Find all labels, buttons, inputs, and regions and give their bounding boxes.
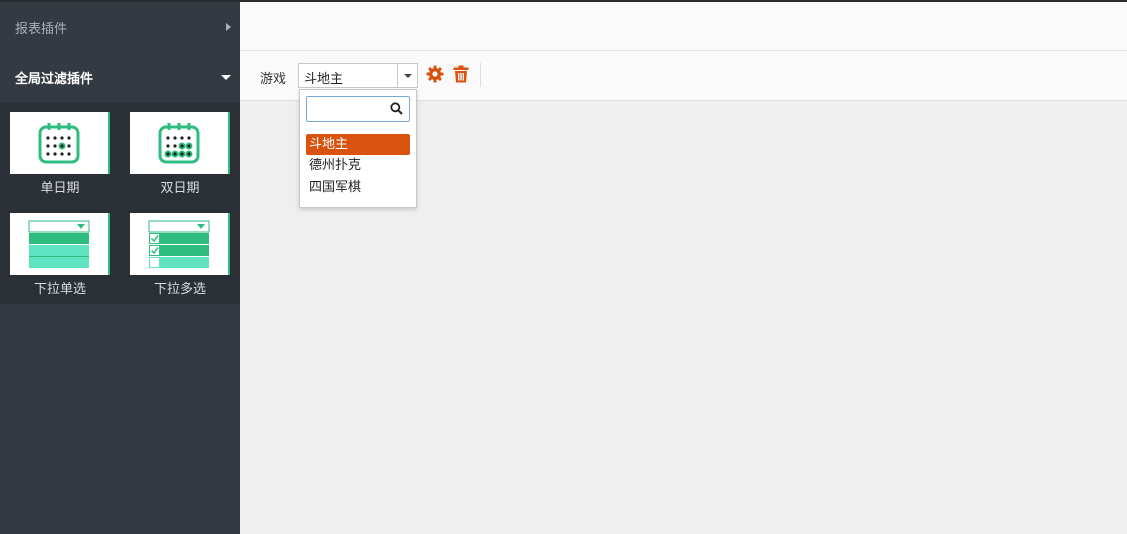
widget-label: 下拉多选: [153, 282, 206, 297]
game-select-dropdown: 斗地主 德州扑克 四国军棋: [299, 89, 417, 208]
single-date-calendar-icon: [10, 112, 110, 174]
widget-label: 下拉单选: [33, 282, 86, 297]
dropdown-option[interactable]: 四国军棋: [306, 177, 410, 199]
caret-down-icon: [221, 74, 231, 80]
dropdown-option[interactable]: 德州扑克: [306, 155, 410, 177]
game-select[interactable]: 斗地主: [298, 63, 418, 88]
sidebar-section-report-plugins[interactable]: 报表插件: [0, 2, 240, 52]
widget-label: 双日期: [160, 181, 200, 196]
chevron-down-icon[interactable]: [397, 64, 417, 87]
trash-icon[interactable]: [453, 65, 469, 87]
search-input[interactable]: [311, 98, 387, 120]
gear-icon[interactable]: [426, 65, 444, 87]
filter-label: 游戏: [260, 72, 287, 87]
sidebar-section-global-filter-plugins[interactable]: 全局过滤插件: [0, 52, 240, 102]
widget-label: 单日期: [40, 181, 80, 196]
dropdown-multi-select-icon: [130, 213, 230, 275]
dropdown-single-select-icon: [10, 213, 110, 275]
toolbar-divider: [480, 63, 481, 87]
dropdown-options: 斗地主 德州扑克 四国军棋: [306, 134, 410, 199]
sidebar-section-label: 全局过滤插件: [15, 71, 94, 87]
sidebar-section-label: 报表插件: [15, 21, 68, 37]
widget-palette: 单日期 双日期 下拉单选 下拉多选: [0, 102, 240, 304]
double-date-calendar-icon: [130, 112, 230, 174]
widget-single-date[interactable]: 单日期: [10, 112, 110, 196]
game-select-value: 斗地主: [304, 72, 344, 87]
dropdown-option[interactable]: 斗地主: [306, 134, 410, 155]
widget-dropdown-single[interactable]: 下拉单选: [10, 213, 110, 297]
widget-dropdown-multi[interactable]: 下拉多选: [130, 213, 230, 297]
main-header: [240, 2, 1127, 51]
search-icon[interactable]: [390, 102, 403, 119]
main-area: 游戏 斗地主: [240, 2, 1127, 534]
sidebar: 报表插件 全局过滤插件 单日期 双日期 下拉单选 下拉多选: [0, 2, 240, 534]
caret-right-icon: [226, 23, 231, 31]
dropdown-search: [306, 96, 410, 122]
widget-double-date[interactable]: 双日期: [130, 112, 230, 196]
